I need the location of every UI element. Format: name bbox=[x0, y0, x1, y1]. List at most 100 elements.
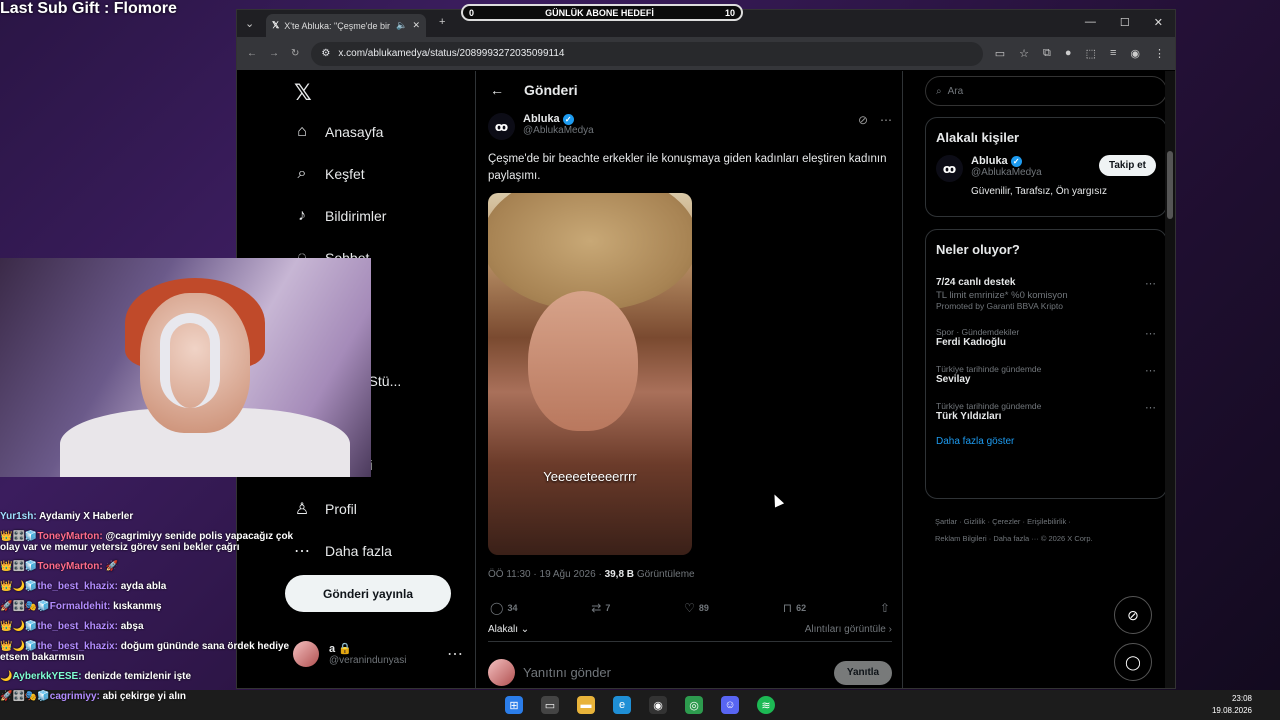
reply-button[interactable]: Yanıtla bbox=[834, 660, 892, 685]
nav-explore[interactable]: ⌕ Keşfet bbox=[293, 165, 365, 183]
relevant-avatar[interactable]: ꝏ bbox=[936, 155, 963, 182]
views-label: Görüntüleme bbox=[636, 569, 695, 580]
post-author[interactable]: ꝏ Abluka ✓ @AblukaMedya bbox=[488, 113, 594, 140]
post-video[interactable]: Yeeeeeteeeerrrr bbox=[488, 193, 692, 555]
trends-title: Neler oluyor? bbox=[936, 242, 1020, 257]
bookmark-action[interactable]: ⊓ 62 bbox=[783, 601, 806, 615]
streamer-webcam bbox=[0, 258, 371, 477]
discord-icon[interactable]: ☺ bbox=[721, 696, 739, 714]
system-clock[interactable]: 23:08 19.08.2026 bbox=[1212, 693, 1252, 717]
relevant-bio: Güvenilir, Tarafsız, Ön yargısız bbox=[971, 186, 1107, 197]
reply-action[interactable]: ◯ 34 bbox=[490, 601, 517, 615]
account-more-icon[interactable]: ⋯ bbox=[447, 644, 463, 664]
post-actions: ◯ 34 ⇄ 7 ♡ 89 ⊓ 62 ⇧ bbox=[490, 601, 890, 615]
address-bar[interactable]: ⚙ x.com/ablukamedya/status/2089993272035… bbox=[311, 41, 983, 66]
tab-close-icon[interactable]: ✕ bbox=[412, 20, 420, 31]
tab-search-icon[interactable]: ⌄ bbox=[245, 17, 254, 30]
post-meta: ÖÖ 11:30 · 19 Ağu 2026 · 39,8 B Görüntül… bbox=[488, 569, 695, 580]
address-toolbar: ← → ↻ ⚙ x.com/ablukamedya/status/2089993… bbox=[237, 37, 1175, 70]
chat-line: 🚀🎛️🎭🧊Formaldehit: kıskanmış bbox=[0, 601, 162, 612]
show-more-link[interactable]: Daha fazla göster bbox=[926, 430, 1166, 459]
post-more-icon[interactable]: ⋯ bbox=[880, 113, 892, 127]
page-title: Gönderi bbox=[524, 82, 578, 98]
trend-more-icon[interactable]: ⋯ bbox=[1145, 277, 1156, 290]
trend-more-icon[interactable]: ⋯ bbox=[1145, 364, 1156, 377]
author-avatar[interactable]: ꝏ bbox=[488, 113, 515, 140]
author-name[interactable]: Abluka bbox=[523, 113, 560, 125]
edge-icon[interactable]: e bbox=[613, 696, 631, 714]
chat-line: 🚀🎛️🎭🧊cagrimiyy: abi çekirge yi alın bbox=[0, 691, 186, 702]
trend-more-icon[interactable]: ⋯ bbox=[1145, 327, 1156, 340]
back-arrow-icon[interactable]: ← bbox=[490, 82, 504, 98]
share-icon: ⇧ bbox=[879, 601, 890, 615]
extension-icon[interactable]: ● bbox=[1065, 47, 1072, 60]
forward-icon[interactable]: → bbox=[269, 48, 279, 59]
nav-home[interactable]: ⌂ Anasayfa bbox=[293, 123, 383, 141]
author-handle[interactable]: @AblukaMedya bbox=[523, 125, 594, 136]
reply-filter-dropdown[interactable]: Alakalı ⌄ bbox=[488, 624, 529, 635]
obs-icon[interactable]: ◉ bbox=[649, 696, 667, 714]
reload-icon[interactable]: ↻ bbox=[291, 48, 299, 59]
file-explorer-icon[interactable]: ▬ bbox=[577, 696, 595, 714]
repost-action[interactable]: ⇄ 7 bbox=[591, 601, 610, 615]
media-icon[interactable]: ≡ bbox=[1110, 47, 1116, 60]
x-logo-icon[interactable]: 𝕏 bbox=[294, 81, 312, 106]
search-icon: ⌕ bbox=[936, 85, 942, 97]
view-quotes-link[interactable]: Alıntıları görüntüle › bbox=[805, 624, 892, 635]
reply-composer: Yanıtını gönder Yanıtla bbox=[488, 659, 892, 686]
chat-line: 👑🎛️🧊ToneyMarton: 🚀 bbox=[0, 561, 118, 572]
chat-line: 🌙AyberkkYESE: denizde temizlenir işte bbox=[0, 671, 192, 682]
chat-line: 👑🌙🧊the_best_khazix: abşa bbox=[0, 621, 144, 632]
scrollbar-thumb[interactable] bbox=[1167, 151, 1173, 219]
start-icon[interactable]: ⊞ bbox=[505, 696, 523, 714]
url-text: x.com/ablukamedya/status/208999327203509… bbox=[338, 48, 565, 59]
trend-item[interactable]: 7/24 canlı destek TL limit emrinize* %0 … bbox=[926, 269, 1166, 319]
translate-icon[interactable]: ⧉ bbox=[1043, 47, 1051, 60]
nav-notifications[interactable]: ♪ Bildirimler bbox=[293, 207, 386, 225]
search-input[interactable]: ⌕ Ara bbox=[925, 76, 1167, 106]
follow-button[interactable]: Takip et bbox=[1098, 155, 1156, 176]
bookmark-star-icon[interactable]: ☆ bbox=[1019, 47, 1029, 60]
post-time[interactable]: ÖÖ 11:30 · 19 Ağu 2026 · bbox=[488, 569, 602, 580]
tab-title: X'te Abluka: "Çeşme'de bir be bbox=[284, 20, 392, 31]
chrome-icon[interactable]: ◎ bbox=[685, 696, 703, 714]
new-tab-button[interactable]: + bbox=[439, 16, 445, 28]
trend-item[interactable]: Türkiye tarihinde gündemde Sevilay ⋯ bbox=[926, 356, 1166, 393]
back-icon[interactable]: ← bbox=[247, 48, 257, 59]
puzzle-icon[interactable]: ⬚ bbox=[1086, 47, 1096, 60]
post-column: ← Gönderi ꝏ Abluka ✓ @AblukaMedya ⊘ ⋯ Çeş… bbox=[475, 71, 903, 688]
trend-item[interactable]: Türkiye tarihinde gündemde Türk Yıldızla… bbox=[926, 393, 1166, 430]
relevant-handle: @AblukaMedya bbox=[971, 167, 1042, 178]
relevant-name[interactable]: Abluka bbox=[971, 155, 1008, 167]
cast-icon[interactable]: ▭ bbox=[995, 47, 1005, 60]
x-favicon-icon: 𝕏 bbox=[272, 20, 280, 30]
relevant-title: Alakalı kişiler bbox=[936, 130, 1020, 145]
spotify-icon[interactable]: ≋ bbox=[757, 696, 775, 714]
browser-tab[interactable]: 𝕏 X'te Abluka: "Çeşme'de bir be 🔈 ✕ bbox=[266, 14, 426, 37]
grok-icon[interactable]: ⊘ bbox=[858, 113, 868, 127]
profile-icon[interactable]: ◉ bbox=[1130, 47, 1140, 60]
trend-more-icon[interactable]: ⋯ bbox=[1145, 401, 1156, 414]
menu-icon[interactable]: ⋮ bbox=[1154, 47, 1165, 60]
like-action[interactable]: ♡ 89 bbox=[684, 601, 709, 615]
scrollbar[interactable] bbox=[1165, 71, 1175, 688]
reply-input[interactable]: Yanıtını gönder bbox=[523, 665, 826, 680]
subscriber-goal-bar: 0 GÜNLÜK ABONE HEDEFİ 10 bbox=[461, 4, 743, 21]
trend-item[interactable]: Spor · Gündemdekiler Ferdi Kadıoğlu ⋯ bbox=[926, 319, 1166, 356]
audio-icon[interactable]: 🔈 bbox=[396, 20, 407, 31]
verified-icon: ✓ bbox=[562, 113, 574, 125]
task-view-icon[interactable]: ▭ bbox=[541, 696, 559, 714]
heart-icon: ♡ bbox=[684, 601, 695, 615]
headphones-shape bbox=[160, 313, 220, 408]
minimize-icon[interactable]: — bbox=[1085, 16, 1096, 29]
x-page: 𝕏 ⌂Anasayfa ⌕Keşfet ♪Bildirimler ◌Sohbet… bbox=[237, 71, 1175, 688]
site-info-icon[interactable]: ⚙ bbox=[321, 48, 330, 59]
trends-card: Neler oluyor? 7/24 canlı destek TL limit… bbox=[925, 229, 1167, 499]
bell-icon: ♪ bbox=[298, 207, 306, 224]
goal-label: GÜNLÜK ABONE HEDEFİ bbox=[545, 7, 654, 18]
maximize-icon[interactable]: ☐ bbox=[1120, 16, 1130, 29]
share-action[interactable]: ⇧ bbox=[880, 601, 890, 615]
messages-fab-icon[interactable]: ◯ bbox=[1114, 643, 1152, 681]
close-window-icon[interactable]: ✕ bbox=[1154, 16, 1163, 29]
grok-fab-icon[interactable]: ⊘ bbox=[1114, 596, 1152, 634]
